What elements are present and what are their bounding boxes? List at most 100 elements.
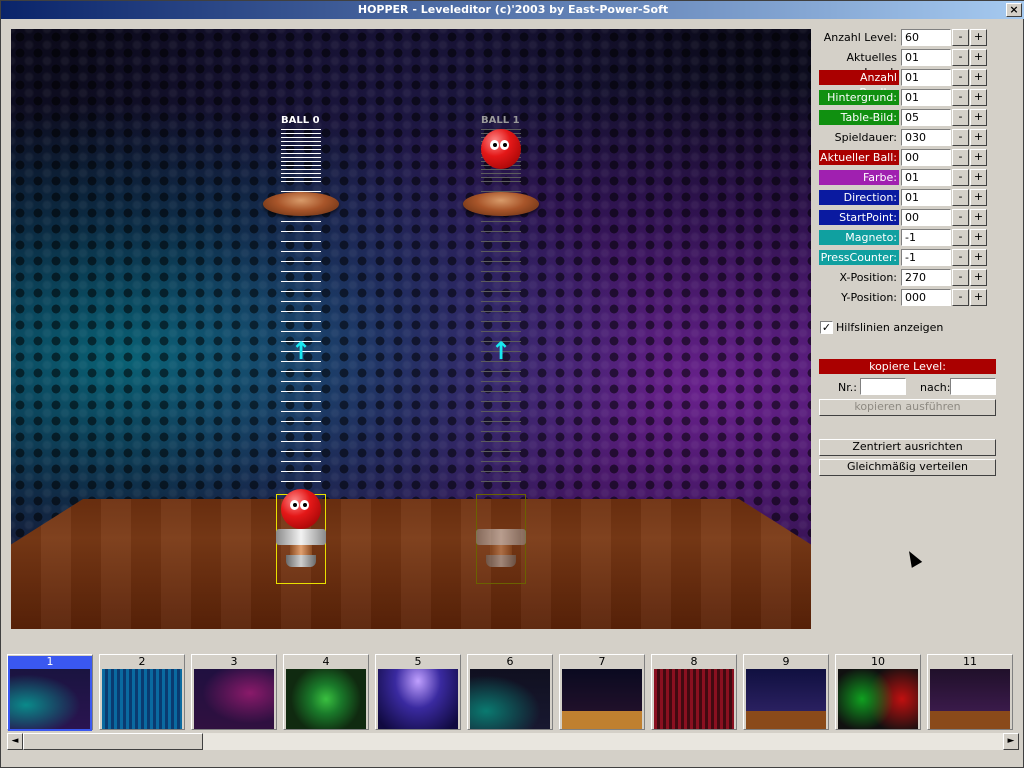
close-button[interactable]: × [1006, 3, 1022, 17]
setting-value-field[interactable]: 000 [901, 289, 951, 306]
setting-row: Y-Position: 000- + [816, 289, 1016, 307]
thumbnail-image [102, 669, 182, 729]
setting-value-field[interactable]: 01 [901, 89, 951, 106]
thumbnail-image [930, 669, 1010, 729]
tube-label-ball1: BALL 1 [481, 115, 520, 126]
direction-up-icon: ↑ [491, 337, 512, 365]
thumbnail-number: 8 [690, 655, 698, 668]
setting-value-field[interactable]: 030 [901, 129, 951, 146]
mouse-cursor-icon [903, 548, 923, 568]
thumbnail-image [654, 669, 734, 729]
decrement-button[interactable]: - [952, 189, 969, 206]
setting-value-field[interactable]: 270 [901, 269, 951, 286]
setting-row: Aktuelles Level:01-+ [816, 49, 1016, 79]
level-thumbnail[interactable]: 8 [651, 654, 737, 730]
center-align-button[interactable]: Zentriert ausrichten [819, 439, 996, 456]
distribute-button[interactable]: Gleichmäßig verteilen [819, 459, 996, 476]
increment-button[interactable]: + [970, 229, 987, 246]
setting-value-field[interactable]: 01 [901, 189, 951, 206]
thumbnail-number: 2 [138, 655, 146, 668]
level-thumbnail[interactable]: 11 [927, 654, 1013, 730]
level-thumbnail[interactable]: 10 [835, 654, 921, 730]
decrement-button[interactable]: - [952, 89, 969, 106]
setting-label: Direction: [819, 190, 899, 205]
increment-button[interactable]: + [970, 89, 987, 106]
decrement-button[interactable]: - [952, 249, 969, 266]
increment-button[interactable]: + [970, 29, 987, 46]
ball-eye-icon [490, 140, 499, 150]
decrement-button[interactable]: - [952, 229, 969, 246]
increment-button[interactable]: + [970, 249, 987, 266]
setting-label: Anzahl Baelle: [819, 70, 899, 99]
copy-from-field[interactable] [860, 378, 906, 395]
setting-value-field[interactable]: 01 [901, 49, 951, 66]
thumbnail-scrollbar[interactable]: ◄ ► [7, 733, 1019, 750]
increment-button[interactable]: + [970, 209, 987, 226]
setting-label: Magneto: [819, 230, 899, 245]
setting-row: Anzahl Level: 60- + [816, 29, 1016, 47]
level-thumbnail[interactable]: 2 [99, 654, 185, 730]
decrement-button[interactable]: - [952, 49, 969, 66]
ball-eye-icon [290, 500, 299, 510]
copy-to-field[interactable] [950, 378, 996, 395]
increment-button[interactable]: + [970, 169, 987, 186]
thumbnail-number: 6 [506, 655, 514, 668]
level-thumbnail[interactable]: 7 [559, 654, 645, 730]
copy-execute-button[interactable]: kopieren ausführen [819, 399, 996, 416]
increment-button[interactable]: + [970, 289, 987, 306]
setting-value-field[interactable]: 05 [901, 109, 951, 126]
red-ball-icon[interactable] [281, 489, 321, 529]
decrement-button[interactable]: - [952, 149, 969, 166]
decrement-button[interactable]: - [952, 289, 969, 306]
decrement-button[interactable]: - [952, 169, 969, 186]
setting-label: Spieldauer: [834, 131, 897, 144]
setting-value-field[interactable]: 00 [901, 209, 951, 226]
ball-eye-icon [500, 140, 509, 150]
decrement-button[interactable]: - [952, 269, 969, 286]
spring-base-ball1 [476, 529, 526, 567]
decrement-button[interactable]: - [952, 69, 969, 86]
setting-row: StartPoint: 00- + [816, 209, 1016, 227]
setting-value-field[interactable]: -1 [901, 229, 951, 246]
setting-value-field[interactable]: 01 [901, 169, 951, 186]
increment-button[interactable]: + [970, 109, 987, 126]
setting-value-field[interactable]: 00 [901, 149, 951, 166]
increment-button[interactable]: + [970, 189, 987, 206]
level-thumbnail[interactable]: 6 [467, 654, 553, 730]
increment-button[interactable]: + [970, 49, 987, 66]
setting-row: Aktueller Ball: 00- + [816, 149, 1016, 167]
donut-ring-ball1 [463, 192, 539, 216]
thumbnail-image [286, 669, 366, 729]
donut-ring-ball0 [263, 192, 339, 216]
thumbnail-number: 10 [871, 655, 885, 668]
setting-label: Farbe: [819, 170, 899, 185]
increment-button[interactable]: + [970, 149, 987, 166]
level-thumbnail[interactable]: 3 [191, 654, 277, 730]
scroll-left-icon[interactable]: ◄ [7, 733, 23, 750]
checkbox-icon[interactable]: ✓ [820, 321, 833, 334]
level-thumbnail[interactable]: 5 [375, 654, 461, 730]
setting-value-field[interactable]: 60 [901, 29, 951, 46]
setting-value-field[interactable]: -1 [901, 249, 951, 266]
level-thumbnail-strip: 1 2 3 4 5 6 7 8 9 10 11 [7, 654, 1019, 732]
setting-label: Aktueller Ball: [819, 150, 899, 165]
level-preview[interactable]: BALL 0 ↑ BALL 1 ↑ [11, 29, 811, 629]
setting-row: Farbe: 01- + [816, 169, 1016, 187]
spring-base-ball0 [276, 529, 326, 567]
level-thumbnail[interactable]: 1 [7, 654, 93, 731]
decrement-button[interactable]: - [952, 209, 969, 226]
level-thumbnail[interactable]: 9 [743, 654, 829, 730]
decrement-button[interactable]: - [952, 109, 969, 126]
setting-row: Hintergrund: 01- + [816, 89, 1016, 107]
increment-button[interactable]: + [970, 69, 987, 86]
scroll-thumb[interactable] [23, 733, 203, 750]
increment-button[interactable]: + [970, 129, 987, 146]
decrement-button[interactable]: - [952, 129, 969, 146]
increment-button[interactable]: + [970, 269, 987, 286]
decrement-button[interactable]: - [952, 29, 969, 46]
scroll-right-icon[interactable]: ► [1003, 733, 1019, 750]
level-thumbnail[interactable]: 4 [283, 654, 369, 730]
setting-value-field[interactable]: 01 [901, 69, 951, 86]
thumbnail-number: 11 [963, 655, 977, 668]
red-ball-icon[interactable] [481, 129, 521, 169]
